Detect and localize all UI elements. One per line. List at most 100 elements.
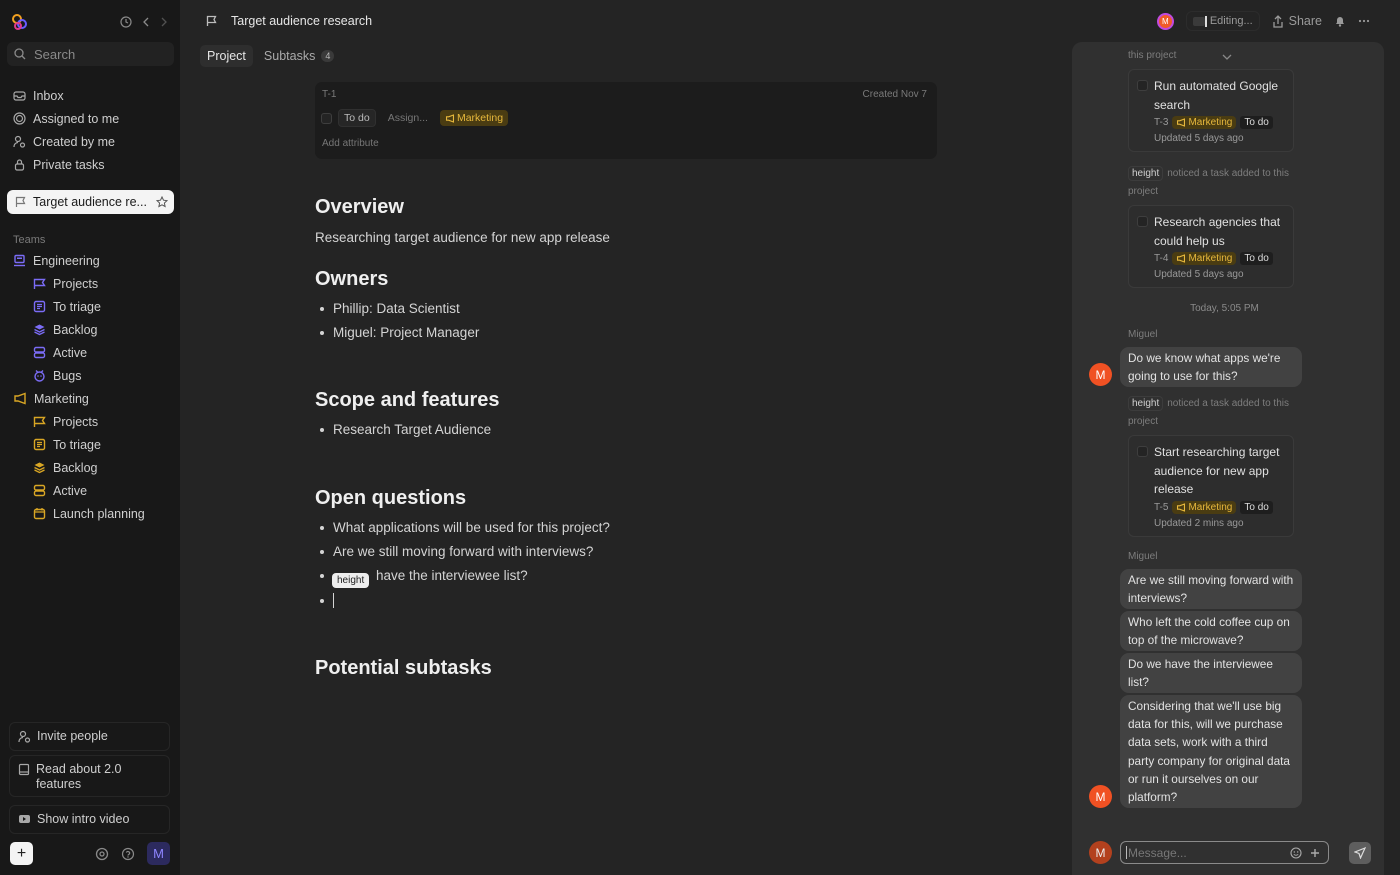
task-updated: Updated 5 days ago — [1154, 269, 1244, 280]
chat-message: Considering that we'll use big data for … — [1120, 695, 1302, 809]
team-item-backlog[interactable]: Backlog — [0, 456, 180, 479]
emoji-icon[interactable] — [1290, 846, 1302, 859]
calendar-icon — [33, 508, 46, 520]
my-avatar[interactable]: M — [1089, 841, 1112, 864]
tab-project[interactable]: Project — [200, 45, 253, 67]
heading-open-questions: Open questions — [315, 487, 467, 509]
sender-name: Miguel — [1128, 329, 1158, 340]
task-attributes-card: T-1 Created Nov 7 To do Assign... Market… — [315, 82, 937, 159]
collaborator-avatar[interactable]: M — [1156, 12, 1174, 30]
intro-video-button[interactable]: Show intro video — [9, 805, 170, 834]
team-tag: Marketing — [1172, 116, 1237, 129]
task-card[interactable]: Start researching target audience for ne… — [1128, 435, 1294, 537]
add-attribute-button[interactable]: Add attribute — [322, 138, 379, 149]
create-button[interactable]: + — [10, 842, 33, 865]
nav-label: Assigned to me — [33, 111, 120, 126]
collaborator-cursor-tooltip: height — [332, 573, 370, 588]
list-item: Phillip: Data Scientist — [320, 301, 460, 316]
pinned-label: Target audience re... — [33, 195, 147, 209]
teams-list: Engineering Projects To triage Backlog A… — [0, 249, 180, 525]
chevron-down-icon[interactable] — [1222, 54, 1232, 60]
team-item-active[interactable]: Active — [0, 341, 180, 364]
team-tag[interactable]: Marketing — [439, 110, 509, 126]
invite-people-button[interactable]: Invite people — [9, 722, 170, 751]
task-checkbox[interactable] — [1137, 216, 1148, 227]
video-icon — [19, 815, 30, 823]
team-item-triage[interactable]: To triage — [0, 433, 180, 456]
team-marketing[interactable]: Marketing — [0, 387, 180, 410]
chat-message: Who left the cold coffee cup on top of t… — [1120, 611, 1302, 652]
send-button[interactable] — [1349, 841, 1371, 864]
team-tag-label: Marketing — [1188, 117, 1233, 128]
forward-icon[interactable] — [160, 17, 168, 27]
team-item-active[interactable]: Active — [0, 479, 180, 502]
invite-user-icon — [18, 730, 31, 743]
team-item-triage[interactable]: To triage — [0, 295, 180, 318]
sender-avatar[interactable]: M — [1089, 785, 1112, 808]
team-item-label: Active — [53, 483, 88, 498]
teams-label: Teams — [13, 234, 46, 246]
star-icon[interactable] — [156, 196, 168, 208]
team-tag: Marketing — [1172, 500, 1237, 514]
sidebar-nav: Inbox Assigned to me Created by me Priva… — [0, 84, 180, 176]
task-card[interactable]: Run automated Google search T-3 Marketin… — [1128, 69, 1294, 152]
read-features-button[interactable]: Read about 2.0 features — [9, 755, 170, 797]
task-checkbox[interactable] — [321, 112, 332, 124]
back-icon[interactable] — [142, 17, 150, 27]
megaphone-icon — [1177, 254, 1186, 263]
share-button[interactable]: Share — [1272, 14, 1322, 28]
sidebar-item-created[interactable]: Created by me — [0, 130, 180, 153]
app-logo-icon[interactable] — [12, 13, 28, 31]
message-placeholder: Message... — [1128, 845, 1187, 860]
lock-icon — [14, 159, 25, 171]
bell-icon[interactable] — [1334, 15, 1346, 27]
sidebar-item-private[interactable]: Private tasks — [0, 153, 180, 176]
sidebar-item-assigned[interactable]: Assigned to me — [0, 107, 180, 130]
task-created: Created Nov 7 — [862, 89, 927, 100]
more-icon[interactable] — [1358, 19, 1370, 23]
header: Target audience research M Editing... Sh… — [180, 0, 1400, 42]
heading-potential-subtasks: Potential subtasks — [315, 657, 492, 679]
page-title: Target audience research — [231, 14, 373, 28]
help-icon[interactable] — [121, 847, 135, 861]
flag-icon — [33, 416, 46, 427]
inbox-icon — [13, 90, 26, 101]
team-item-projects[interactable]: Projects — [0, 272, 180, 295]
sidebar-item-inbox[interactable]: Inbox — [0, 84, 180, 107]
sidebar-pinned-project[interactable]: Target audience re... — [7, 190, 174, 214]
megaphone-icon — [1177, 118, 1186, 127]
list-item-editing[interactable] — [320, 593, 334, 608]
tab-subtasks[interactable]: Subtasks 4 — [257, 45, 341, 67]
user-avatar[interactable]: M — [147, 842, 170, 865]
list-item: What applications will be used for this … — [320, 520, 610, 535]
task-checkbox[interactable] — [1137, 446, 1148, 457]
team-item-launch-planning[interactable]: Launch planning — [0, 502, 180, 525]
status-select[interactable]: To do — [338, 109, 376, 127]
team-item-backlog[interactable]: Backlog — [0, 318, 180, 341]
layers-icon — [34, 462, 45, 474]
task-title: Run automated Google search — [1154, 79, 1279, 112]
layers-icon — [34, 324, 45, 336]
team-item-bugs[interactable]: Bugs — [0, 364, 180, 387]
settings-icon[interactable] — [95, 847, 109, 861]
attach-plus-icon[interactable] — [1310, 848, 1320, 858]
sender-avatar[interactable]: M — [1089, 363, 1112, 386]
chat-panel: this project Run automated Google search… — [1072, 42, 1384, 875]
search-input[interactable]: Search — [7, 42, 174, 66]
team-item-projects[interactable]: Projects — [0, 410, 180, 433]
history-icon[interactable] — [120, 16, 132, 28]
task-title: Research agencies that could help us — [1154, 215, 1281, 248]
task-checkbox[interactable] — [1137, 80, 1148, 91]
assign-select[interactable]: Assign... — [388, 112, 428, 124]
editing-toggle[interactable]: Editing... — [1185, 11, 1260, 31]
system-message: height noticed a task added to this proje… — [1128, 165, 1308, 201]
team-engineering[interactable]: Engineering — [0, 249, 180, 272]
message-input[interactable]: Message... — [1120, 841, 1329, 864]
system-message: height noticed a task added to this proje… — [1128, 395, 1308, 431]
tab-label: Subtasks — [263, 49, 316, 63]
header-actions: M Editing... Share — [1156, 11, 1370, 31]
toggle-icon — [1192, 15, 1207, 27]
task-card[interactable]: Research agencies that could help us T-4… — [1128, 205, 1294, 288]
megaphone-icon — [445, 113, 454, 123]
team-item-label: Backlog — [53, 322, 98, 337]
